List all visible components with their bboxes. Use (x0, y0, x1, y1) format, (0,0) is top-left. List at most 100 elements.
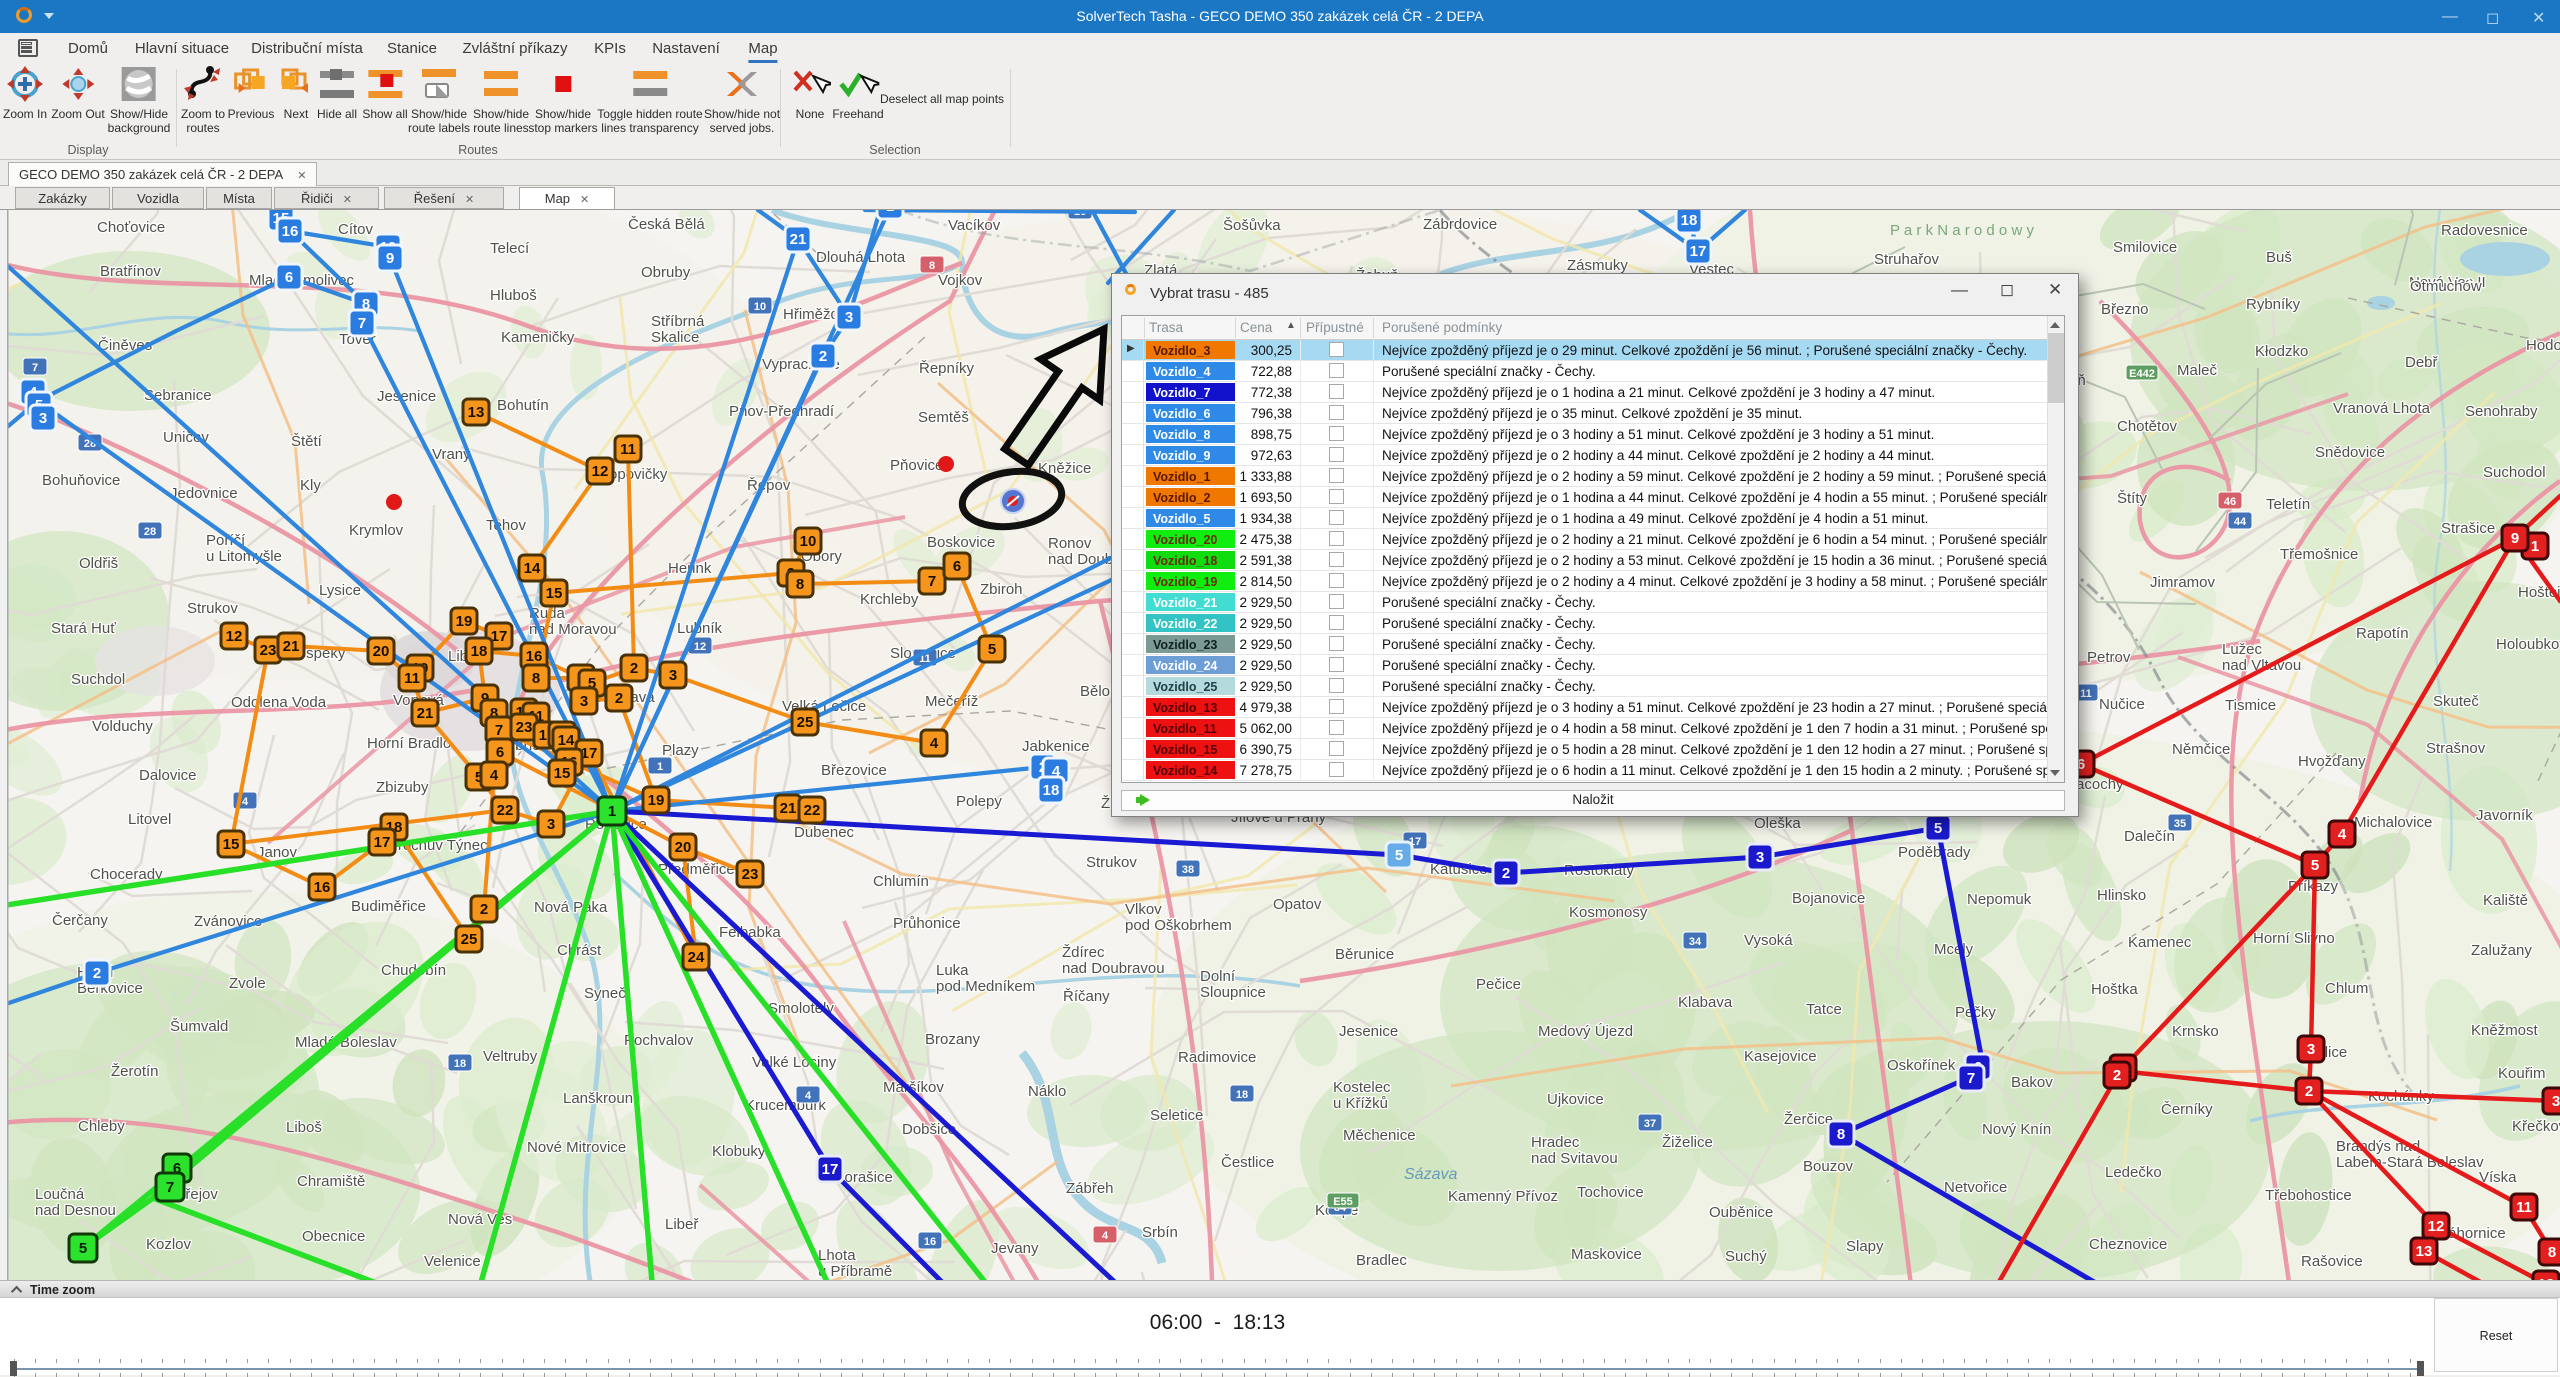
svg-text:Otmuchów: Otmuchów (2410, 278, 2482, 295)
svg-text:1: 1 (886, 210, 894, 215)
svg-text:Odolena Voda: Odolena Voda (231, 694, 327, 711)
svg-text:4: 4 (490, 767, 499, 784)
svg-text:P a r k N a r o d o w y: P a r k N a r o d o w y (1890, 222, 2034, 239)
svg-text:Lanškroun: Lanškroun (563, 1090, 633, 1107)
svg-text:8: 8 (929, 260, 935, 272)
svg-text:Maleč: Maleč (2177, 362, 2218, 379)
svg-text:20: 20 (675, 839, 692, 856)
svg-text:Hluboš: Hluboš (490, 287, 537, 304)
svg-text:Maskovice: Maskovice (1571, 1246, 1642, 1263)
svg-text:Petrov: Petrov (2087, 649, 2131, 666)
svg-text:Rybníky: Rybníky (2246, 296, 2301, 313)
svg-text:E55: E55 (1333, 1196, 1353, 1208)
svg-text:Snědovice: Snědovice (2315, 444, 2385, 461)
svg-text:16: 16 (924, 1236, 936, 1248)
svg-text:Kameničky: Kameničky (501, 329, 575, 346)
svg-text:Srbín: Srbín (1142, 1224, 1178, 1241)
svg-text:Čerčany: Čerčany (52, 912, 108, 929)
svg-text:Teletín: Teletín (2266, 496, 2310, 513)
svg-text:Suchodol: Suchodol (2483, 464, 2546, 481)
svg-text:Ledečko: Ledečko (2105, 1164, 2162, 1181)
svg-text:35: 35 (2174, 818, 2186, 830)
svg-text:7: 7 (495, 722, 503, 739)
svg-text:3: 3 (1756, 849, 1764, 866)
svg-text:3: 3 (547, 816, 555, 833)
svg-text:Liboš: Liboš (286, 1119, 322, 1136)
svg-text:8: 8 (796, 576, 804, 593)
svg-text:Chlum: Chlum (2325, 980, 2368, 997)
svg-text:Zábřeh: Zábřeh (1066, 1180, 1114, 1197)
svg-text:Běrunice: Běrunice (1335, 946, 1394, 963)
svg-text:8: 8 (532, 670, 540, 687)
svg-text:Rašovice: Rašovice (2301, 1253, 2363, 1270)
svg-text:10: 10 (800, 533, 817, 550)
svg-text:Rapotín: Rapotín (2356, 625, 2409, 642)
svg-text:1: 1 (657, 761, 663, 773)
svg-text:Dlouhá Lhota: Dlouhá Lhota (816, 249, 906, 266)
svg-text:2: 2 (2305, 1083, 2313, 1100)
svg-text:Hodonín: Hodonín (2526, 337, 2560, 354)
svg-text:Chotětov: Chotětov (2117, 418, 2178, 435)
svg-text:5: 5 (1395, 847, 1403, 864)
svg-text:Oskořínek: Oskořínek (1887, 1057, 1956, 1074)
svg-text:Senohraby: Senohraby (2465, 403, 2538, 420)
svg-text:24: 24 (688, 949, 705, 966)
svg-text:Březovice: Březovice (821, 762, 887, 779)
svg-text:Opatov: Opatov (1273, 896, 1322, 913)
svg-text:8: 8 (1837, 1126, 1845, 1143)
svg-text:22: 22 (497, 802, 514, 819)
svg-text:7: 7 (928, 573, 936, 590)
svg-text:8: 8 (2548, 1244, 2556, 1261)
svg-text:11: 11 (2516, 1199, 2532, 1216)
svg-text:38: 38 (1182, 864, 1194, 876)
svg-text:34: 34 (1689, 936, 1702, 948)
svg-text:Javorník: Javorník (2476, 807, 2533, 824)
svg-text:Volduchy: Volduchy (92, 718, 153, 735)
svg-text:11: 11 (2080, 688, 2092, 700)
svg-text:11: 11 (620, 441, 636, 458)
svg-text:Radimovice: Radimovice (1178, 1049, 1256, 1066)
svg-text:28: 28 (144, 526, 156, 538)
svg-text:Dalečín: Dalečín (2124, 828, 2175, 845)
svg-text:23: 23 (516, 719, 533, 736)
svg-text:Nová Paka: Nová Paka (534, 899, 608, 916)
svg-text:Zábrdovice: Zábrdovice (1423, 216, 1497, 233)
svg-text:Chlumín: Chlumín (873, 873, 929, 890)
svg-text:Česká Bělá: Česká Bělá (628, 216, 705, 233)
svg-text:Cheznovice: Cheznovice (2089, 1236, 2167, 1253)
svg-text:Choťovice: Choťovice (97, 219, 165, 236)
svg-text:Skuteč: Skuteč (2433, 693, 2479, 710)
svg-text:23: 23 (260, 642, 277, 659)
svg-text:Kamenný Přívoz: Kamenný Přívoz (1448, 1188, 1558, 1205)
svg-text:Nový Knín: Nový Knín (1982, 1121, 2051, 1138)
svg-text:16: 16 (282, 223, 299, 240)
svg-text:Struhařov: Struhařov (1874, 251, 1940, 268)
svg-text:Nové Mitrovice: Nové Mitrovice (527, 1139, 626, 1156)
svg-text:Libeř: Libeř (665, 1216, 699, 1233)
svg-text:4: 4 (1102, 1230, 1109, 1242)
svg-text:Březno: Březno (2101, 301, 2149, 318)
svg-text:Zvole: Zvole (229, 975, 266, 992)
svg-text:Bakov: Bakov (2011, 1074, 2053, 1091)
svg-text:Klabava: Klabava (1678, 994, 1733, 1011)
svg-text:Ouběnice: Ouběnice (1709, 1204, 1773, 1221)
svg-text:21: 21 (780, 800, 797, 817)
svg-text:2: 2 (1502, 865, 1510, 882)
svg-text:Štíty: Štíty (2117, 490, 2148, 507)
svg-text:Brozany: Brozany (925, 1031, 981, 1048)
svg-text:9: 9 (386, 250, 394, 267)
svg-text:Čestlice: Čestlice (1221, 1154, 1274, 1171)
svg-text:Polepy: Polepy (956, 793, 1002, 810)
svg-text:Plazy: Plazy (662, 742, 699, 759)
svg-text:2: 2 (819, 348, 827, 365)
svg-text:Mečeříž: Mečeříž (925, 693, 978, 710)
svg-text:16: 16 (314, 879, 331, 896)
svg-text:Vysoká: Vysoká (1744, 932, 1793, 949)
svg-text:3: 3 (2307, 1041, 2315, 1058)
svg-text:Strašnov: Strašnov (2426, 740, 2486, 757)
svg-text:Buš: Buš (2266, 249, 2292, 266)
svg-text:20: 20 (373, 643, 390, 660)
svg-text:Krchleby: Krchleby (860, 591, 919, 608)
svg-text:Hoštka: Hoštka (2091, 981, 2138, 998)
svg-text:Michalovice: Michalovice (2354, 814, 2432, 831)
